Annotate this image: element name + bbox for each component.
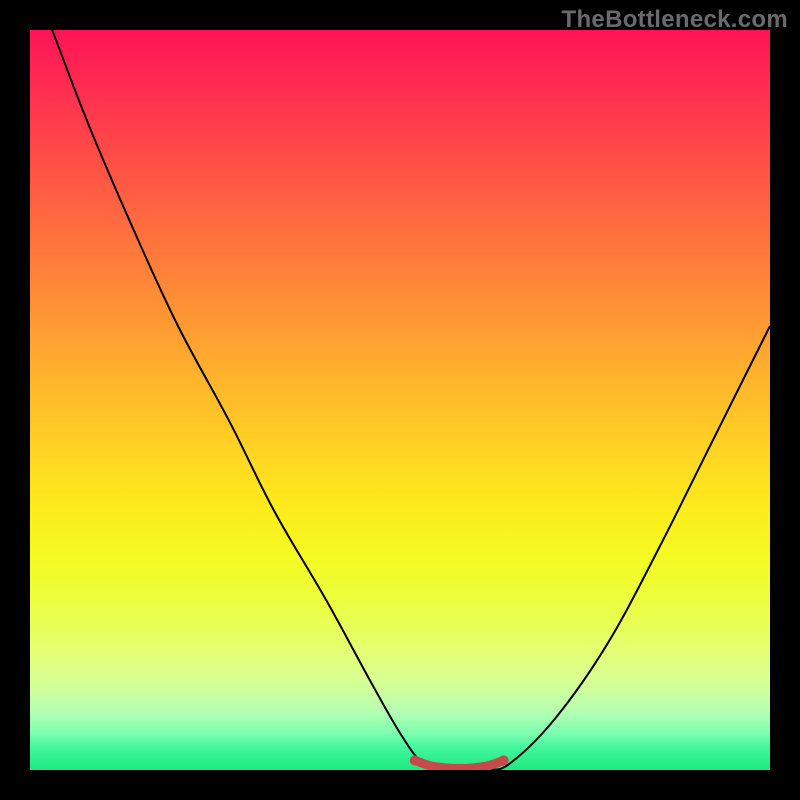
plot-area [30, 30, 770, 770]
bottleneck-curve-path [52, 30, 770, 770]
chart-svg [30, 30, 770, 770]
chart-frame: TheBottleneck.com [0, 0, 800, 800]
flat-marker-path [415, 760, 504, 768]
watermark-label: TheBottleneck.com [562, 6, 788, 34]
flat-marker-dot-right [499, 755, 509, 765]
flat-marker-dot-left [410, 755, 420, 765]
